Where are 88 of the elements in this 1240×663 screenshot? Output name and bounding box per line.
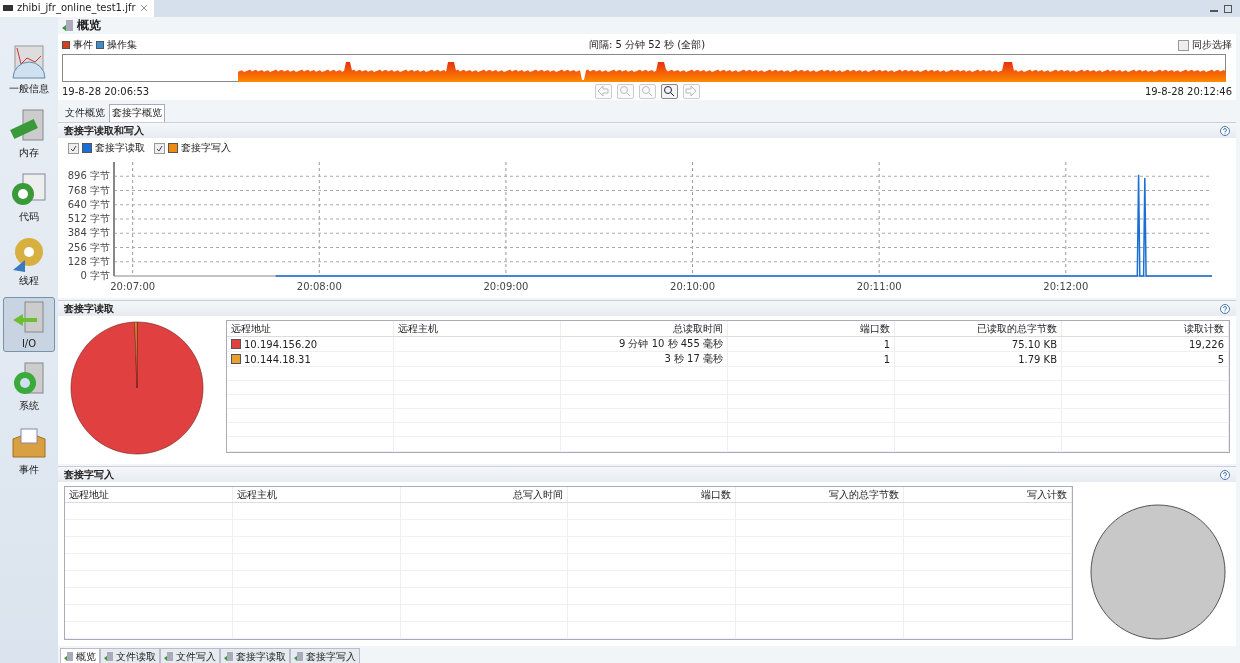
bottom-tab[interactable]: 文件写入 bbox=[160, 648, 220, 663]
maximize-icon[interactable] bbox=[1224, 5, 1232, 13]
y-tick-label: 128 字节 bbox=[67, 255, 110, 267]
sync-label: 同步选择 bbox=[1192, 38, 1232, 52]
box-icon bbox=[9, 425, 49, 461]
sidebar-item[interactable]: 代码 bbox=[3, 169, 55, 227]
sub-tab[interactable]: 文件概览 bbox=[62, 104, 108, 122]
help-icon[interactable] bbox=[1220, 469, 1230, 480]
sidebar-item[interactable]: 事件 bbox=[3, 422, 55, 480]
table-cell: 19,226 bbox=[1189, 338, 1224, 350]
bottom-tab[interactable]: 文件读取 bbox=[100, 648, 160, 663]
page-icon bbox=[64, 652, 74, 662]
page-icon bbox=[224, 652, 234, 662]
sidebar-item[interactable]: 线程 bbox=[3, 233, 55, 291]
column-header[interactable]: 读取计数 bbox=[1062, 321, 1229, 336]
x-tick-label: 20:12:00 bbox=[1043, 281, 1089, 292]
legend-label: 套接字写入 bbox=[181, 141, 231, 155]
section-title: 套接字读取和写入 bbox=[64, 123, 144, 138]
column-header[interactable]: 总读取时间 bbox=[561, 321, 728, 336]
legend-label: 操作集 bbox=[107, 38, 137, 52]
page-icon bbox=[62, 19, 74, 32]
y-tick-label: 896 字节 bbox=[67, 170, 110, 182]
y-tick-label: 256 字节 bbox=[67, 241, 110, 253]
sidebar-item[interactable]: 一般信息 bbox=[3, 41, 55, 99]
table-cell: 3 秒 17 毫秒 bbox=[664, 352, 723, 366]
x-tick-label: 20:08:00 bbox=[296, 281, 342, 292]
column-header[interactable]: 端口数 bbox=[728, 321, 895, 336]
table-cell: 75.10 KB bbox=[1011, 338, 1057, 350]
series-checkbox[interactable] bbox=[154, 142, 165, 154]
checkmark-icon bbox=[156, 144, 163, 152]
x-tick-label: 20:07:00 bbox=[110, 281, 156, 292]
section-title: 套接字读取 bbox=[64, 301, 114, 316]
section-title: 套接字写入 bbox=[64, 467, 114, 482]
page-title: 概览 bbox=[77, 17, 101, 34]
table-cell: 1.79 KB bbox=[1018, 353, 1057, 365]
table-cell: 1 bbox=[883, 353, 890, 365]
sync-checkbox[interactable] bbox=[1178, 39, 1189, 51]
series-checkbox[interactable] bbox=[68, 142, 79, 154]
gauge-chart-icon bbox=[9, 44, 49, 80]
zoom-icon bbox=[641, 85, 653, 97]
editor-tab[interactable]: zhibi_jfr_online_test1.jfr bbox=[0, 0, 154, 17]
column-header[interactable]: 写入的总字节数 bbox=[736, 487, 905, 502]
page-icon bbox=[104, 652, 114, 662]
close-icon[interactable] bbox=[139, 3, 148, 12]
sub-tab[interactable]: 套接字概览 bbox=[109, 104, 165, 122]
legend-label: 套接字读取 bbox=[95, 141, 145, 155]
table-cell: 1 bbox=[883, 338, 890, 350]
sidebar-item[interactable]: 内存 bbox=[3, 105, 55, 163]
y-tick-label: 384 字节 bbox=[67, 227, 110, 239]
y-tick-label: 640 字节 bbox=[67, 198, 110, 210]
table-cell: 9 分钟 10 秒 455 毫秒 bbox=[618, 337, 723, 351]
end-time: 19-8-28 20:12:46 bbox=[1144, 85, 1232, 97]
column-header[interactable]: 写入计数 bbox=[904, 487, 1072, 502]
column-header[interactable]: 端口数 bbox=[568, 487, 737, 502]
bottom-tab[interactable]: 概览 bbox=[60, 648, 100, 663]
interval-label: 间隔: 5 分钟 52 秒 (全部) bbox=[588, 38, 706, 52]
page-icon bbox=[164, 652, 174, 662]
sidebar-item[interactable]: 系统 bbox=[3, 358, 55, 416]
arrow-left-icon bbox=[597, 85, 609, 97]
x-tick-label: 20:09:00 bbox=[483, 281, 529, 292]
file-icon bbox=[3, 3, 13, 12]
x-tick-label: 20:11:00 bbox=[856, 281, 902, 292]
bottom-tab[interactable]: 套接字读取 bbox=[220, 648, 290, 663]
table-cell: 10.194.156.20 bbox=[244, 338, 318, 350]
column-header[interactable]: 已读取的总字节数 bbox=[895, 321, 1062, 336]
y-tick-label: 0 字节 bbox=[80, 270, 110, 281]
nav-button[interactable] bbox=[660, 83, 678, 99]
column-header[interactable]: 总写入时间 bbox=[400, 487, 569, 502]
y-tick-label: 512 字节 bbox=[67, 213, 110, 224]
table-cell: 10.144.18.31 bbox=[244, 353, 311, 365]
legend-label: 事件 bbox=[73, 38, 93, 52]
column-header[interactable]: 远程主机 bbox=[232, 487, 401, 502]
zoom-icon bbox=[619, 85, 631, 97]
checkmark-icon bbox=[70, 144, 77, 152]
bottom-tab[interactable]: 套接字写入 bbox=[290, 648, 360, 663]
sidebar-item[interactable]: I/O bbox=[3, 297, 55, 352]
column-header[interactable]: 远程地址 bbox=[227, 321, 394, 336]
column-header[interactable]: 远程主机 bbox=[394, 321, 561, 336]
table-cell: 5 bbox=[1217, 353, 1224, 365]
y-tick-label: 768 字节 bbox=[67, 184, 110, 196]
help-icon[interactable] bbox=[1220, 125, 1230, 136]
x-tick-label: 20:10:00 bbox=[670, 281, 715, 292]
start-time: 19-8-28 20:06:53 bbox=[62, 85, 150, 97]
page-icon bbox=[294, 652, 304, 662]
column-header[interactable]: 远程地址 bbox=[65, 487, 233, 502]
zoom-icon bbox=[663, 85, 675, 97]
arrow-right-icon bbox=[685, 85, 697, 97]
help-icon[interactable] bbox=[1220, 303, 1230, 314]
